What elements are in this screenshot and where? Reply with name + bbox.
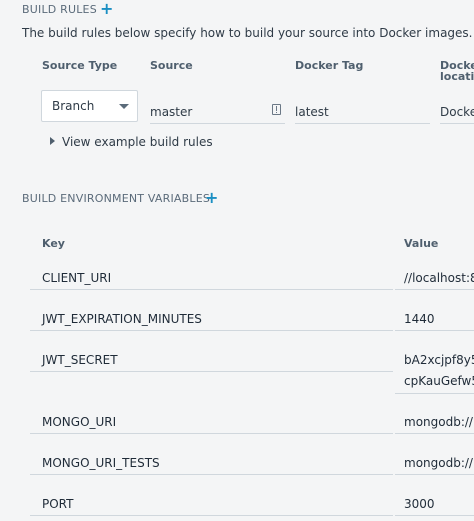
docker-tag-input[interactable]: latest [295,92,430,124]
env-key-jwt-secret[interactable]: JWT_SECRET [42,353,118,367]
source-value: master [150,105,193,119]
docker-location-value: Docke [440,105,474,119]
env-key-mongo-uri-tests[interactable]: MONGO_URI_TESTS [42,456,160,470]
env-value-underline [395,474,474,475]
env-value-underline [395,515,474,516]
env-value-jwt-secret-line2: cpKauGefw5 [404,374,474,388]
env-key-port[interactable]: PORT [42,497,73,511]
source-type-select[interactable]: Branch [41,90,138,122]
column-header-docker-tag: Docker Tag [295,59,364,72]
env-key-underline [30,289,393,290]
env-key-jwt-expiration[interactable]: JWT_EXPIRATION_MINUTES [42,312,202,326]
env-value-underline [395,330,474,331]
env-header-value: Value [404,237,439,250]
env-value-jwt-secret[interactable]: bA2xcjpf8y5 [404,353,474,367]
build-settings-panel: BUILD RULES + The build rules below spec… [0,0,474,521]
env-value-mongo-uri[interactable]: mongodb://m [404,415,474,429]
column-header-docker-location: Docke locatio [440,59,474,83]
env-key-client-uri[interactable]: CLIENT_URI [42,271,111,285]
env-value-client-uri[interactable]: //localhost:8 [404,271,474,285]
regex-toggle-icon[interactable] [272,104,281,115]
source-type-value: Branch [52,99,95,113]
env-value-underline [395,393,474,394]
env-key-underline [30,515,393,516]
env-key-underline [30,371,393,372]
add-build-rule-icon[interactable]: + [100,1,113,17]
build-rules-title: BUILD RULES [22,3,97,16]
view-example-build-rules-link[interactable]: View example build rules [50,135,213,149]
env-key-underline [30,330,393,331]
env-vars-title: BUILD ENVIRONMENT VARIABLES [22,192,211,205]
build-rules-description: The build rules below specify how to bui… [22,26,473,40]
docker-tag-value: latest [295,105,329,119]
env-key-underline [30,433,393,434]
source-input[interactable]: master [150,92,285,124]
env-key-mongo-uri[interactable]: MONGO_URI [42,415,116,429]
caret-right-icon [50,137,55,145]
env-key-underline [30,474,393,475]
chevron-down-icon [119,104,129,109]
env-value-mongo-uri-tests[interactable]: mongodb://m [404,456,474,470]
add-env-var-icon[interactable]: + [205,190,218,206]
env-value-jwt-expiration[interactable]: 1440 [404,312,435,326]
column-header-source: Source [150,59,193,72]
view-example-label: View example build rules [62,135,213,149]
env-value-port[interactable]: 3000 [404,497,435,511]
env-header-key: Key [42,237,65,250]
env-value-underline [395,433,474,434]
env-value-underline [395,289,474,290]
column-header-source-type: Source Type [42,59,118,72]
docker-location-input[interactable]: Docke [440,92,474,124]
